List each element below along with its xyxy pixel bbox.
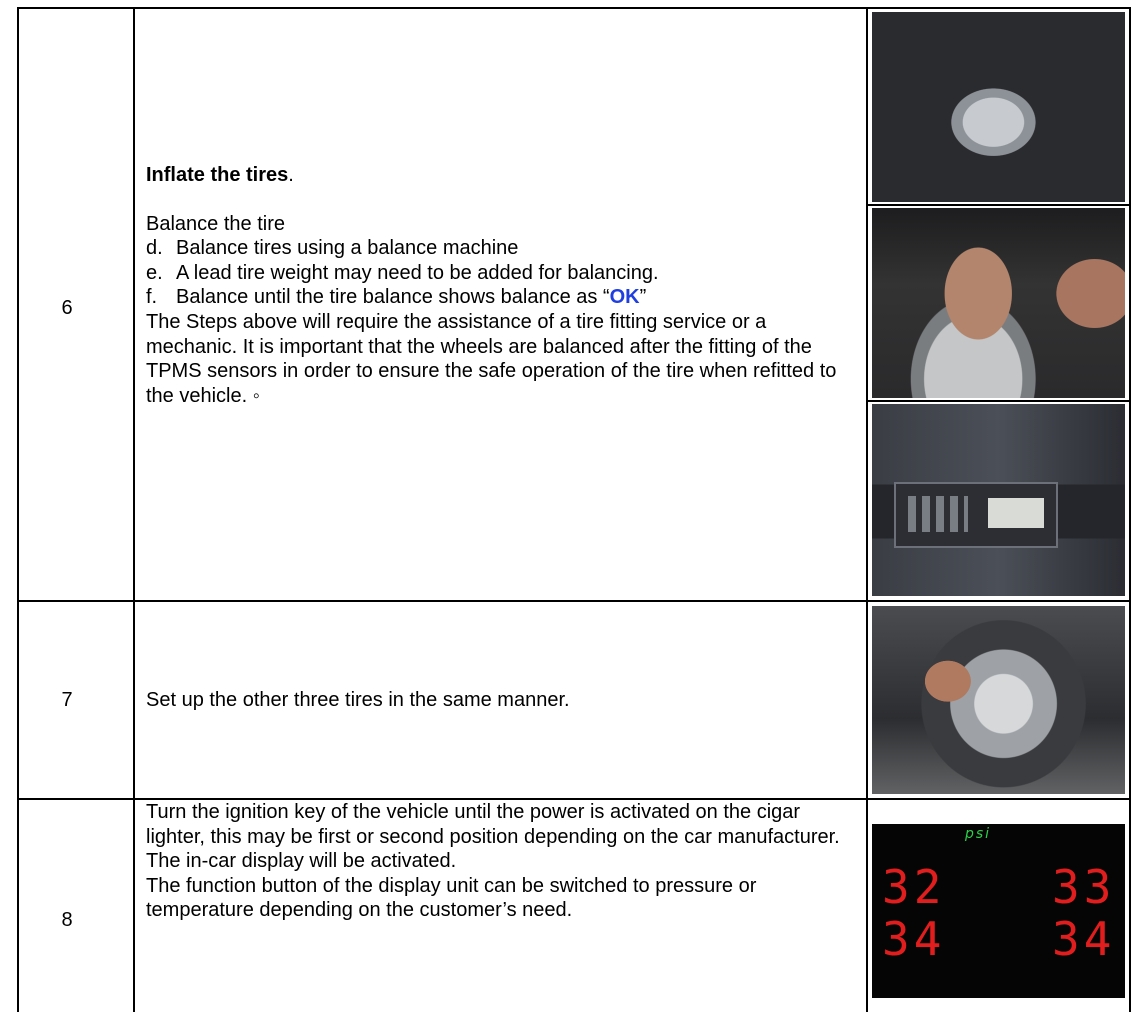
table-border-top bbox=[17, 7, 1131, 9]
photo-balance-machine-display bbox=[872, 404, 1125, 596]
display-rear-right: 34 bbox=[1052, 912, 1116, 966]
step-8-content: Turn the ignition key of the vehicle unt… bbox=[146, 800, 861, 923]
machine-keypad bbox=[908, 496, 968, 532]
list-text: Balance tires using a balance machine bbox=[176, 237, 519, 260]
table-border-right bbox=[1129, 7, 1131, 1012]
list-item-d: d. Balance tires using a balance machine bbox=[146, 236, 861, 261]
step-8-paragraph-2: The function button of the display unit … bbox=[146, 874, 757, 922]
list-item-e: e. A lead tire weight may need to be adde… bbox=[146, 261, 861, 286]
table-border-left bbox=[17, 7, 19, 1012]
column-divider-photo bbox=[866, 7, 868, 1012]
heading-suffix: . bbox=[288, 164, 294, 186]
balance-machine-panel bbox=[894, 482, 1058, 548]
ok-highlight: OK bbox=[609, 286, 640, 309]
list-text: Balance until the tire balance shows bal… bbox=[176, 285, 646, 310]
step-6-note: The Steps above will require the assista… bbox=[146, 310, 837, 407]
photo-adding-weight bbox=[872, 208, 1125, 398]
display-front-right: 33 bbox=[1052, 860, 1116, 914]
step-number-7: 7 bbox=[61, 689, 73, 711]
step-6-heading: Inflate the tires. bbox=[146, 163, 861, 188]
list-label: e. bbox=[146, 261, 163, 284]
display-front-left: 32 bbox=[882, 860, 946, 914]
step-7-text: Set up the other three tires in the same… bbox=[146, 689, 570, 711]
step-6-intro: Balance the tire bbox=[146, 212, 285, 235]
tpms-display-photo: psi 32 33 34 34 bbox=[872, 824, 1125, 998]
photo-wheel-fitting bbox=[872, 606, 1125, 794]
machine-screen bbox=[988, 498, 1044, 528]
photo-tire-on-balancer bbox=[872, 12, 1125, 202]
display-rear-left: 34 bbox=[882, 912, 946, 966]
step-number-6: 6 bbox=[61, 297, 73, 319]
list-text-before: Balance until the tire balance shows bal… bbox=[176, 286, 610, 309]
list-label: f. bbox=[146, 286, 158, 309]
display-unit-label: psi bbox=[965, 826, 992, 842]
column-divider-step bbox=[133, 7, 135, 1012]
heading-bold: Inflate the tires bbox=[146, 164, 289, 186]
row-divider-6-7 bbox=[17, 600, 1131, 602]
photo-divider-2 bbox=[866, 400, 1131, 402]
step-6-content: Inflate the tires. Balance the tire d. Ba… bbox=[146, 163, 861, 408]
step-number-8: 8 bbox=[61, 909, 73, 931]
list-text-after: ” bbox=[639, 286, 647, 309]
list-text: A lead tire weight may need to be added … bbox=[176, 261, 659, 284]
list-item-f: f. Balance until the tire balance shows b… bbox=[146, 285, 861, 310]
list-label: d. bbox=[146, 237, 163, 260]
photo-divider-1 bbox=[866, 204, 1131, 206]
step-8-paragraph-1: Turn the ignition key of the vehicle unt… bbox=[146, 801, 840, 873]
